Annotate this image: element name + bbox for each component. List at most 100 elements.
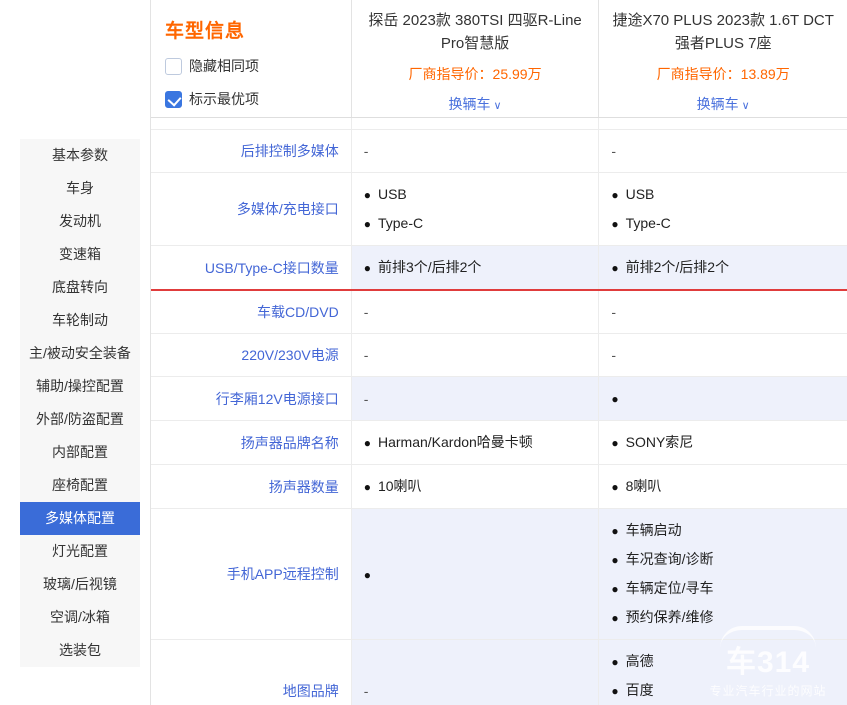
value-item: ●预约保养/维修: [611, 603, 847, 632]
value-text: 高德: [626, 653, 654, 669]
value-dash: -: [611, 137, 847, 165]
sidebar-item-变速箱[interactable]: 变速箱: [20, 238, 140, 271]
change-car-link-1[interactable]: 换辆车∨: [449, 94, 502, 114]
value-text: Harman/Kardon哈曼卡顿: [378, 434, 533, 450]
change-car-label-2: 换辆车: [697, 96, 739, 112]
value-text: Type-C: [378, 215, 423, 231]
bullet-dot-icon: ●: [611, 582, 618, 596]
sidebar-item-发动机[interactable]: 发动机: [20, 205, 140, 238]
price-value-2: 13.89万: [741, 66, 790, 82]
sidebar-item-座椅配置[interactable]: 座椅配置: [20, 469, 140, 502]
car-price-2: 厂商指导价：13.89万: [657, 64, 790, 84]
sidebar-item-底盘转向[interactable]: 底盘转向: [20, 271, 140, 304]
value-cell-car1: -: [351, 640, 599, 705]
table-row: 扬声器数量●10喇叭●8喇叭: [151, 465, 847, 509]
sidebar-item-基本参数[interactable]: 基本参数: [20, 139, 140, 172]
row-label-手机APP远程控制[interactable]: 手机APP远程控制: [151, 509, 351, 639]
row-label-行李厢12V电源接口[interactable]: 行李厢12V电源接口: [151, 377, 351, 420]
value-cell-car2: ●: [598, 377, 847, 420]
comparison-table: 车型信息 隐藏相同项 标示最优项 探岳 2023款 380TSI 四驱R-Lin…: [150, 0, 847, 705]
hide-same-checkbox[interactable]: 隐藏相同项: [165, 56, 351, 76]
row-label-地图品牌[interactable]: 地图品牌: [151, 640, 351, 705]
value-dash: -: [364, 385, 599, 413]
value-item: ●Type-C: [611, 209, 847, 238]
value-text: 10喇叭: [378, 478, 422, 494]
value-item: ● 百度: [611, 676, 847, 705]
value-cell-car1: -: [351, 334, 599, 376]
bullet-dot-icon: ●: [364, 188, 371, 202]
row-label-车载CD/DVD[interactable]: 车载CD/DVD: [151, 291, 351, 333]
row-label-220V/230V电源[interactable]: 220V/230V电源: [151, 334, 351, 376]
value-text: Type-C: [626, 215, 671, 231]
row-label-后排控制多媒体[interactable]: 后排控制多媒体: [151, 130, 351, 172]
row-label-多媒体/充电接口[interactable]: 多媒体/充电接口: [151, 173, 351, 245]
bullet-dot-icon: ●: [611, 188, 618, 202]
sidebar-item-外部/防盗配置[interactable]: 外部/防盗配置: [20, 403, 140, 436]
value-item: ●前排2个/后排2个: [611, 253, 847, 282]
hide-same-checkbox-box[interactable]: [165, 58, 182, 75]
price-value-1: 25.99万: [493, 66, 542, 82]
car-name-1: 探岳 2023款 380TSI 四驱R-Line Pro智慧版: [368, 9, 581, 55]
value-cell-car1: -: [351, 291, 599, 333]
chevron-down-icon: ∨: [742, 100, 750, 112]
bullet-dot-icon: ●: [611, 480, 618, 494]
mark-best-checkbox-label: 标示最优项: [189, 89, 259, 109]
value-item: ● 车辆定位/寻车: [611, 574, 847, 603]
value-text: 车辆定位/寻车: [626, 580, 714, 596]
mark-best-checkbox-box[interactable]: [165, 91, 182, 108]
sidebar-item-空调/冰箱[interactable]: 空调/冰箱: [20, 601, 140, 634]
sidebar-item-主/被动安全装备[interactable]: 主/被动安全装备: [20, 337, 140, 370]
page-title: 车型信息: [165, 16, 351, 43]
value-cell-car2: -: [598, 334, 847, 376]
row-label-扬声器品牌名称[interactable]: 扬声器品牌名称: [151, 421, 351, 464]
value-item: ●车辆启动: [611, 516, 847, 545]
value-text: USB: [626, 186, 655, 202]
bullet-dot-icon: ●: [611, 655, 618, 669]
bullet-dot-icon: ●: [364, 217, 371, 231]
sidebar-item-多媒体配置[interactable]: 多媒体配置: [20, 502, 140, 535]
value-cell-car2: ●SONY索尼: [598, 421, 847, 464]
partial-cell: [151, 118, 351, 129]
value-item: ● 高德: [611, 647, 847, 676]
sidebar-item-车身[interactable]: 车身: [20, 172, 140, 205]
value-text: 车辆启动: [626, 522, 682, 538]
row-label-扬声器数量[interactable]: 扬声器数量: [151, 465, 351, 508]
car-price-1: 厂商指导价：25.99万: [409, 64, 542, 84]
sidebar-item-辅助/操控配置[interactable]: 辅助/操控配置: [20, 370, 140, 403]
partial-cell: [351, 118, 599, 129]
value-cell-car2: ●高德●百度●腾讯: [598, 640, 847, 705]
car-column-header-1: 探岳 2023款 380TSI 四驱R-Line Pro智慧版 厂商指导价：25…: [351, 0, 599, 117]
bullet-dot-icon: ●: [611, 684, 618, 698]
bullet-dot-icon: ●: [611, 611, 618, 625]
row-label-USB/Type-C接口数量[interactable]: USB/Type-C接口数量: [151, 246, 351, 289]
sidebar-item-内部配置[interactable]: 内部配置: [20, 436, 140, 469]
value-item: ●USB: [364, 180, 599, 209]
value-cell-car1: ●Harman/Kardon哈曼卡顿: [351, 421, 599, 464]
value-dash: -: [364, 341, 599, 369]
value-item: ● 车况查询/诊断: [611, 545, 847, 574]
table-row: USB/Type-C接口数量 ●前排3个/后排2个 ●前排2个/后排2个: [151, 246, 847, 291]
value-text: 车况查询/诊断: [626, 551, 714, 567]
value-item: ●前排3个/后排2个: [364, 253, 599, 282]
sidebar-item-车轮制动[interactable]: 车轮制动: [20, 304, 140, 337]
value-item: ●Harman/Kardon哈曼卡顿: [364, 428, 599, 457]
value-cell-car2: -: [598, 130, 847, 172]
sidebar-item-玻璃/后视镜[interactable]: 玻璃/后视镜: [20, 568, 140, 601]
mark-best-checkbox[interactable]: 标示最优项: [165, 89, 351, 109]
price-prefix-2: 厂商指导价：: [657, 66, 741, 82]
sidebar-item-灯光配置[interactable]: 灯光配置: [20, 535, 140, 568]
bullet-dot-icon: ●: [611, 553, 618, 567]
bullet-dot-icon: ●: [364, 480, 371, 494]
value-text: 百度: [626, 682, 654, 698]
value-item: ●SONY索尼: [611, 428, 847, 457]
category-sidebar: 基本参数车身发动机变速箱底盘转向车轮制动主/被动安全装备辅助/操控配置外部/防盗…: [20, 139, 140, 667]
partial-cell: [598, 118, 847, 129]
value-cell-car2: -: [598, 291, 847, 333]
value-item: ● 10喇叭: [364, 472, 599, 501]
table-row: 行李厢12V电源接口-●: [151, 377, 847, 421]
bullet-dot-icon: ●: [611, 392, 618, 406]
value-dash: -: [611, 298, 847, 326]
sidebar-item-选装包[interactable]: 选装包: [20, 634, 140, 667]
change-car-link-2[interactable]: 换辆车∨: [697, 94, 750, 114]
value-cell-car2: ●车辆启动●车况查询/诊断●车辆定位/寻车●预约保养/维修: [598, 509, 847, 639]
